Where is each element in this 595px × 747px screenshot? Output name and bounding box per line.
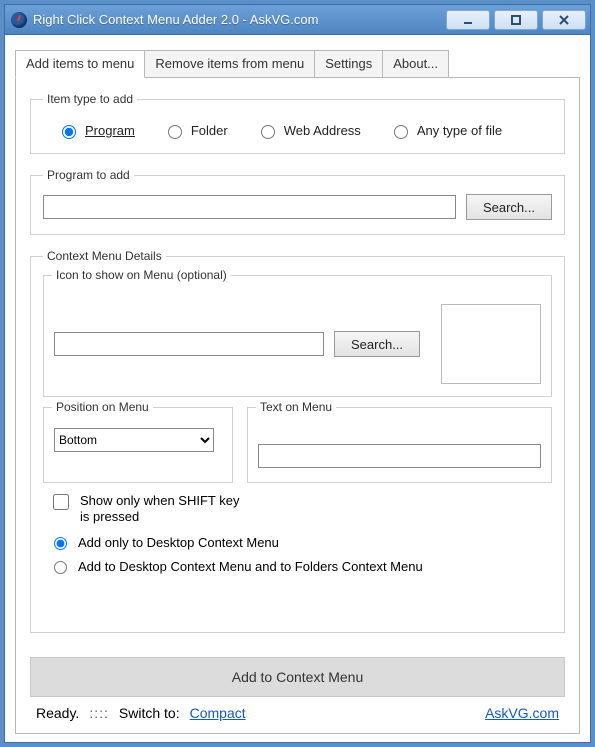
radio-anyfile-input[interactable] <box>394 125 408 139</box>
position-legend: Position on Menu <box>52 400 153 414</box>
radio-web-input[interactable] <box>261 125 275 139</box>
askvg-link[interactable]: AskVG.com <box>485 705 559 721</box>
checkbox-shift-only[interactable]: Show only when SHIFT key is pressed <box>49 493 552 524</box>
window-buttons <box>446 10 586 30</box>
minimize-button[interactable] <box>446 10 490 30</box>
app-icon <box>11 12 27 28</box>
radio-anyfile-label: Any type of file <box>417 123 502 138</box>
radio-desktop-and-folders-input[interactable] <box>54 561 67 574</box>
radio-desktop-only[interactable]: Add only to Desktop Context Menu <box>49 534 552 550</box>
checkbox-shift-only-input[interactable] <box>53 494 69 510</box>
switch-compact-link[interactable]: Compact <box>190 705 246 721</box>
status-separator: :::: <box>89 705 109 721</box>
status-bar: Ready. :::: Switch to: Compact AskVG.com <box>30 697 565 723</box>
maximize-button[interactable] <box>494 10 538 30</box>
checkbox-shift-only-label: Show only when SHIFT key is pressed <box>80 493 250 524</box>
tab-remove-items[interactable]: Remove items from menu <box>144 50 315 78</box>
context-details-legend: Context Menu Details <box>43 249 166 263</box>
program-to-add-legend: Program to add <box>43 168 134 182</box>
radio-anyfile[interactable]: Any type of file <box>389 122 502 139</box>
group-item-type: Item type to add Program Folder Web Addr… <box>30 92 565 154</box>
window-title: Right Click Context Menu Adder 2.0 - Ask… <box>33 12 446 27</box>
program-search-button[interactable]: Search... <box>466 194 552 220</box>
item-type-legend: Item type to add <box>43 92 137 106</box>
tab-bar: Add items to menu Remove items from menu… <box>15 49 580 77</box>
group-context-details: Context Menu Details Icon to show on Men… <box>30 249 565 633</box>
icon-legend: Icon to show on Menu (optional) <box>52 268 231 282</box>
radio-web-label: Web Address <box>284 123 361 138</box>
program-path-input[interactable] <box>43 195 456 219</box>
status-switch-label: Switch to: <box>119 705 180 721</box>
icon-path-input[interactable] <box>54 332 324 356</box>
tab-settings[interactable]: Settings <box>314 50 383 78</box>
radio-folder[interactable]: Folder <box>163 122 228 139</box>
icon-search-button[interactable]: Search... <box>334 331 420 357</box>
icon-preview <box>441 304 541 384</box>
radio-folder-input[interactable] <box>168 125 182 139</box>
tabpanel-add: Item type to add Program Folder Web Addr… <box>15 77 580 734</box>
group-icon: Icon to show on Menu (optional) Search..… <box>43 275 552 397</box>
radio-desktop-only-input[interactable] <box>54 537 67 550</box>
tab-about[interactable]: About... <box>382 50 449 78</box>
client-area: Add items to menu Remove items from menu… <box>5 35 590 742</box>
close-button[interactable] <box>542 10 586 30</box>
group-text-on-menu: Text on Menu <box>247 407 552 483</box>
position-select[interactable]: Bottom <box>54 428 214 452</box>
radio-web[interactable]: Web Address <box>256 122 361 139</box>
text-on-menu-legend: Text on Menu <box>256 400 336 414</box>
group-position: Position on Menu Bottom <box>43 407 233 483</box>
radio-program-input[interactable] <box>62 125 76 139</box>
radio-program-label: Program <box>85 123 135 138</box>
radio-desktop-and-folders[interactable]: Add to Desktop Context Menu and to Folde… <box>49 558 552 574</box>
radio-folder-label: Folder <box>191 123 228 138</box>
radio-program[interactable]: Program <box>57 122 135 139</box>
group-program-to-add: Program to add Search... <box>30 168 565 235</box>
tab-add-items[interactable]: Add items to menu <box>15 50 145 78</box>
add-to-context-menu-button[interactable]: Add to Context Menu <box>30 657 565 697</box>
titlebar: Right Click Context Menu Adder 2.0 - Ask… <box>5 5 590 35</box>
radio-desktop-and-folders-label: Add to Desktop Context Menu and to Folde… <box>78 559 423 574</box>
status-ready: Ready. <box>36 705 79 721</box>
text-on-menu-input[interactable] <box>258 444 541 468</box>
app-window: Right Click Context Menu Adder 2.0 - Ask… <box>4 4 591 743</box>
radio-desktop-only-label: Add only to Desktop Context Menu <box>78 535 279 550</box>
position-text-row: Position on Menu Bottom Text on Menu <box>43 407 552 483</box>
